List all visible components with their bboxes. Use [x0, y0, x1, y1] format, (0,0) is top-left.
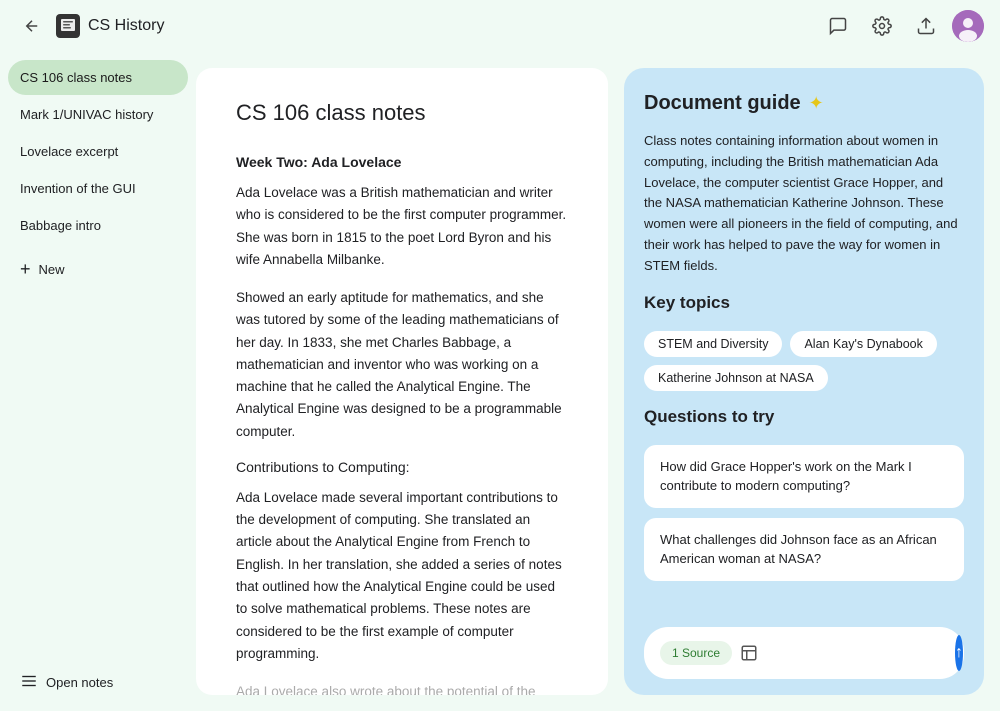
guide-title: Document guide	[644, 92, 801, 115]
new-label: New	[39, 262, 65, 277]
app-header: CS History	[0, 0, 1000, 52]
plus-icon: +	[20, 259, 31, 280]
questions-list: How did Grace Hopper's work on the Mark …	[644, 445, 964, 581]
guide-input-area: 1 Source ↑	[644, 627, 964, 679]
avatar[interactable]	[952, 10, 984, 42]
sidebar-item-cs106[interactable]: CS 106 class notes	[8, 60, 188, 95]
doc-para-4: Ada Lovelace also wrote about the potent…	[236, 681, 568, 695]
header-left: CS History	[16, 10, 812, 42]
doc-para-2: Showed an early aptitude for mathematics…	[236, 287, 568, 443]
key-topics-section: Key topics	[644, 293, 964, 315]
header-actions	[820, 8, 984, 44]
open-notes-button[interactable]: Open notes	[8, 662, 188, 703]
topic-chip-stem[interactable]: STEM and Diversity	[644, 331, 782, 357]
new-note-button[interactable]: + New	[8, 249, 188, 290]
notes-icon	[20, 672, 38, 693]
questions-title: Questions to try	[644, 407, 964, 427]
doc-para-3: Ada Lovelace made several important cont…	[236, 487, 568, 665]
content-area: CS 106 class notes Week Two: Ada Lovelac…	[196, 52, 1000, 711]
attach-button[interactable]	[740, 638, 758, 668]
send-button[interactable]: ↑	[955, 635, 963, 671]
contributions-heading: Contributions to Computing:	[236, 459, 568, 475]
week-heading: Week Two: Ada Lovelace	[236, 154, 568, 170]
back-button[interactable]	[16, 10, 48, 42]
sidebar-item-babbage[interactable]: Babbage intro	[8, 208, 188, 243]
guide-panel: Document guide ✦ Class notes containing …	[624, 68, 984, 695]
questions-section: Questions to try	[644, 407, 964, 429]
settings-button[interactable]	[864, 8, 900, 44]
sparkle-icon: ✦	[809, 93, 824, 114]
doc-para-1: Ada Lovelace was a British mathematician…	[236, 182, 568, 271]
key-topics-title: Key topics	[644, 293, 964, 313]
feedback-button[interactable]	[820, 8, 856, 44]
source-badge[interactable]: 1 Source	[660, 641, 732, 665]
sidebar: CS 106 class notes Mark 1/UNIVAC history…	[0, 52, 196, 711]
sidebar-item-invention[interactable]: Invention of the GUI	[8, 171, 188, 206]
guide-description: Class notes containing information about…	[644, 131, 964, 277]
document-title: CS 106 class notes	[236, 100, 568, 126]
share-button[interactable]	[908, 8, 944, 44]
topics-chips: STEM and Diversity Alan Kay's Dynabook K…	[644, 331, 964, 391]
open-notes-label: Open notes	[46, 675, 113, 690]
question-card-1[interactable]: How did Grace Hopper's work on the Mark …	[644, 445, 964, 508]
guide-header: Document guide ✦	[644, 92, 964, 115]
sidebar-item-lovelace[interactable]: Lovelace excerpt	[8, 134, 188, 169]
guide-input[interactable]	[766, 645, 947, 661]
topic-chip-katherine[interactable]: Katherine Johnson at NASA	[644, 365, 828, 391]
question-card-2[interactable]: What challenges did Johnson face as an A…	[644, 518, 964, 581]
main-layout: CS 106 class notes Mark 1/UNIVAC history…	[0, 52, 1000, 711]
sidebar-item-mark1[interactable]: Mark 1/UNIVAC history	[8, 97, 188, 132]
topic-chip-alan[interactable]: Alan Kay's Dynabook	[790, 331, 936, 357]
app-title: CS History	[88, 17, 164, 35]
app-icon	[56, 14, 80, 38]
document-panel: CS 106 class notes Week Two: Ada Lovelac…	[196, 68, 608, 695]
